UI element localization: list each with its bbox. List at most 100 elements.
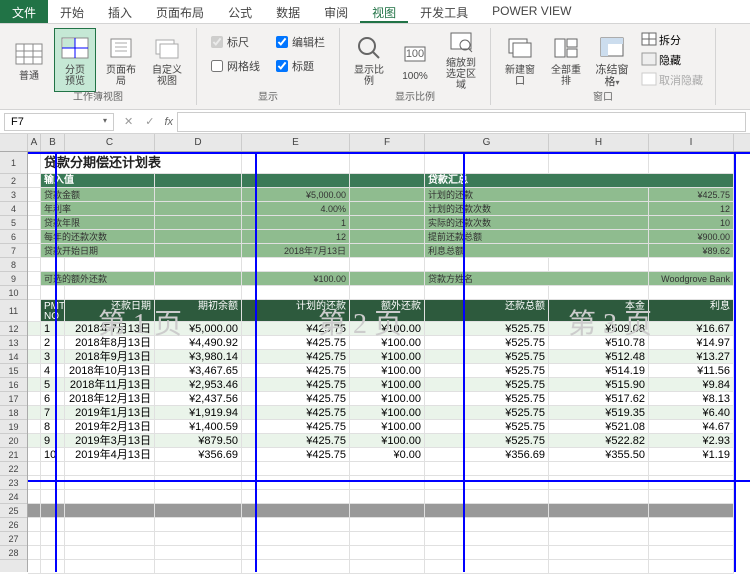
row-header[interactable]: 7: [0, 244, 27, 258]
cell[interactable]: ¥3,980.14: [155, 350, 242, 364]
cell[interactable]: ¥89.62: [649, 244, 734, 258]
unhide-button[interactable]: 取消隐藏: [639, 70, 705, 90]
cell[interactable]: 2019年2月13日: [65, 420, 155, 434]
cell[interactable]: 2018年10月13日: [65, 364, 155, 378]
col-header[interactable]: B: [41, 134, 65, 151]
cell[interactable]: [350, 462, 425, 476]
cell[interactable]: [350, 272, 425, 286]
cell[interactable]: 2019年1月13日: [65, 406, 155, 420]
cell[interactable]: [350, 532, 425, 546]
cell[interactable]: [28, 364, 41, 378]
cell[interactable]: [425, 560, 549, 574]
tab-file[interactable]: 文件: [0, 0, 48, 23]
cell[interactable]: [350, 152, 425, 174]
row-header[interactable]: 27: [0, 532, 27, 546]
cell[interactable]: [350, 174, 425, 188]
page-break-line[interactable]: [463, 152, 465, 572]
cell[interactable]: ¥525.75: [425, 350, 549, 364]
cell[interactable]: ¥425.75: [242, 336, 350, 350]
cell[interactable]: 2018年11月13日: [65, 378, 155, 392]
cell[interactable]: ¥879.50: [155, 434, 242, 448]
cell[interactable]: ¥525.75: [425, 392, 549, 406]
headings-checkbox[interactable]: 标题: [274, 56, 327, 76]
cell[interactable]: ¥13.27: [649, 350, 734, 364]
cell[interactable]: [649, 152, 734, 174]
cell[interactable]: [350, 258, 425, 272]
cell[interactable]: [242, 518, 350, 532]
cell[interactable]: 可选的额外还款: [41, 272, 155, 286]
cell[interactable]: [65, 532, 155, 546]
cell[interactable]: ¥509.08: [549, 322, 649, 336]
cell[interactable]: [155, 286, 242, 300]
row-header[interactable]: 13: [0, 336, 27, 350]
cell[interactable]: [28, 560, 41, 574]
cell[interactable]: 12: [242, 230, 350, 244]
cell[interactable]: ¥100.00: [350, 392, 425, 406]
cell[interactable]: [28, 230, 41, 244]
table-header-cell[interactable]: 还款日期: [65, 300, 155, 322]
cell[interactable]: 3: [41, 350, 65, 364]
cell[interactable]: [350, 230, 425, 244]
cell[interactable]: [155, 202, 242, 216]
cell[interactable]: 贷款方姓名: [425, 272, 649, 286]
cell[interactable]: [549, 286, 649, 300]
cell[interactable]: 10: [41, 448, 65, 462]
cell[interactable]: ¥3,467.65: [155, 364, 242, 378]
cancel-icon[interactable]: ✕: [118, 113, 139, 130]
cell[interactable]: [649, 560, 734, 574]
cell[interactable]: [155, 518, 242, 532]
row-header[interactable]: 17: [0, 392, 27, 406]
cell[interactable]: ¥0.00: [350, 448, 425, 462]
cell[interactable]: [350, 560, 425, 574]
cell[interactable]: [28, 420, 41, 434]
cell[interactable]: [242, 174, 350, 188]
tab-insert[interactable]: 插入: [96, 0, 144, 23]
gridlines-checkbox[interactable]: 网格线: [209, 56, 262, 76]
name-box[interactable]: F7▾: [4, 113, 114, 131]
cell[interactable]: [41, 560, 65, 574]
cell[interactable]: 贷款年限: [41, 216, 155, 230]
cell[interactable]: [155, 476, 242, 490]
col-header[interactable]: F: [350, 134, 425, 151]
cell[interactable]: ¥100.00: [242, 272, 350, 286]
table-header-cell[interactable]: 利息: [649, 300, 734, 322]
cell[interactable]: ¥2.93: [649, 434, 734, 448]
tab-powerview[interactable]: POWER VIEW: [480, 0, 583, 23]
table-header-cell[interactable]: 还款总额: [425, 300, 549, 322]
cell[interactable]: ¥16.67: [649, 322, 734, 336]
cell[interactable]: [549, 532, 649, 546]
cell[interactable]: [155, 560, 242, 574]
col-header[interactable]: H: [549, 134, 649, 151]
cell[interactable]: ¥425.75: [242, 364, 350, 378]
table-header-cell[interactable]: 额外还款: [350, 300, 425, 322]
cell[interactable]: Woodgrove Bank: [649, 272, 734, 286]
cell[interactable]: [41, 462, 65, 476]
cell[interactable]: [649, 546, 734, 560]
cell[interactable]: ¥525.75: [425, 434, 549, 448]
cell[interactable]: [350, 490, 425, 504]
page-break-line[interactable]: [55, 152, 57, 572]
ruler-checkbox[interactable]: 标尺: [209, 32, 262, 52]
cell[interactable]: 2018年7月13日: [242, 244, 350, 258]
cell[interactable]: 每年的还款次数: [41, 230, 155, 244]
cell[interactable]: 7: [41, 406, 65, 420]
cell[interactable]: ¥514.19: [549, 364, 649, 378]
cell[interactable]: [65, 518, 155, 532]
cell[interactable]: ¥1,919.94: [155, 406, 242, 420]
row-header[interactable]: 4: [0, 202, 27, 216]
cell[interactable]: [350, 518, 425, 532]
cell[interactable]: [65, 286, 155, 300]
cell[interactable]: ¥100.00: [350, 350, 425, 364]
table-header-cell[interactable]: 计划的还款: [242, 300, 350, 322]
cell[interactable]: ¥525.75: [425, 336, 549, 350]
cell[interactable]: ¥517.62: [549, 392, 649, 406]
cell[interactable]: [65, 490, 155, 504]
cell[interactable]: 计划的还款: [425, 188, 649, 202]
cell[interactable]: ¥2,953.46: [155, 378, 242, 392]
zoom-selection-button[interactable]: 缩放到 选定区域: [440, 28, 482, 92]
cell[interactable]: [649, 462, 734, 476]
cell[interactable]: 贷款金额: [41, 188, 155, 202]
cell[interactable]: [28, 188, 41, 202]
table-header-cell[interactable]: 本金: [549, 300, 649, 322]
cell[interactable]: ¥4,490.92: [155, 336, 242, 350]
